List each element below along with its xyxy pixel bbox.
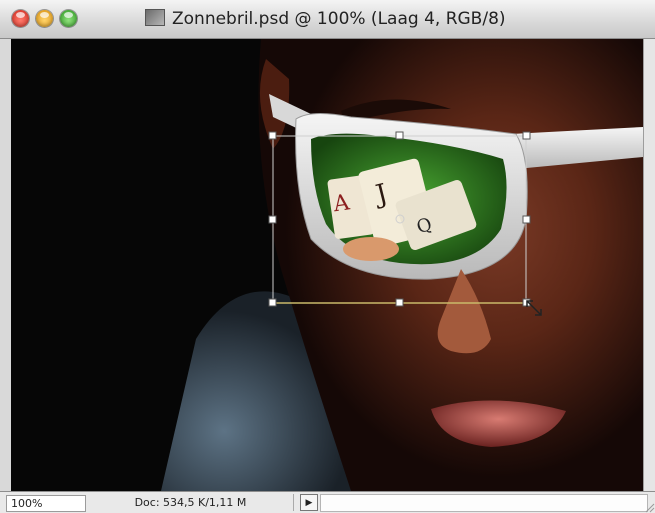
- zoom-button[interactable]: [60, 10, 77, 27]
- transform-handle-bottom[interactable]: [395, 298, 404, 307]
- document-size-info: Doc: 534,5 K/1,11 M: [88, 494, 294, 511]
- status-menu-arrow-icon[interactable]: ▶: [300, 494, 318, 511]
- horizontal-scrollbar[interactable]: [320, 494, 648, 512]
- transform-handle-left[interactable]: [268, 215, 277, 224]
- transform-handle-bottom-left[interactable]: [268, 298, 277, 307]
- status-bar: 100% Doc: 534,5 K/1,11 M ▶: [0, 491, 655, 513]
- photo: A J Q: [11, 39, 643, 491]
- minimize-button[interactable]: [36, 10, 53, 27]
- image-canvas[interactable]: A J Q: [11, 39, 643, 491]
- close-button[interactable]: [12, 10, 29, 27]
- transform-handle-top-left[interactable]: [268, 131, 277, 140]
- transform-handle-top[interactable]: [395, 131, 404, 140]
- transform-handle-top-right[interactable]: [522, 131, 531, 140]
- vertical-scrollbar[interactable]: [643, 39, 655, 491]
- window-title-text: Zonnebril.psd @ 100% (Laag 4, RGB/8): [172, 9, 506, 29]
- resize-grip-icon[interactable]: [643, 501, 655, 513]
- title-bar[interactable]: Zonnebril.psd @ 100% (Laag 4, RGB/8): [0, 0, 655, 39]
- photoshop-document-icon: [145, 9, 165, 26]
- document-window: Zonnebril.psd @ 100% (Laag 4, RGB/8) A J…: [0, 0, 655, 513]
- zoom-level-field[interactable]: 100%: [6, 495, 86, 512]
- transform-handle-right[interactable]: [522, 215, 531, 224]
- window-title: Zonnebril.psd @ 100% (Laag 4, RGB/8): [145, 9, 506, 29]
